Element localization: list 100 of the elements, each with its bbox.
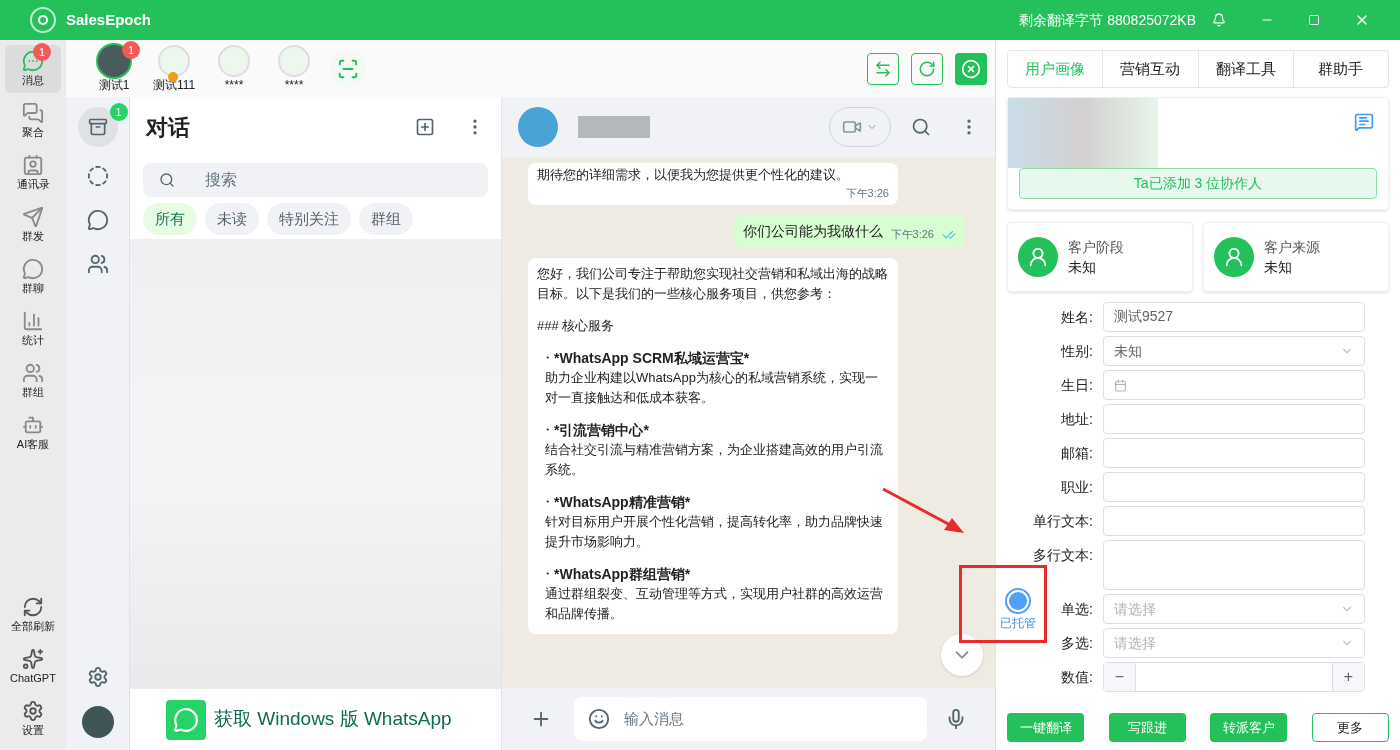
text-field[interactable] [1103, 506, 1365, 536]
bullet-marker: ・ [541, 493, 554, 511]
maximize-icon[interactable] [1308, 14, 1320, 26]
scroll-down-button[interactable] [941, 634, 983, 676]
nav-icon [22, 205, 44, 228]
filter-chip[interactable]: 特别关注 [267, 203, 351, 235]
incoming-message: 期待您的详细需求，以便我为您提供更个性化的建议。 下午3:26 [528, 163, 898, 205]
service-title: *引流营销中心* [554, 421, 649, 440]
nav-icon [22, 49, 44, 72]
filter-chip[interactable]: 所有 [143, 203, 197, 235]
service-title: *WhatsApp精准营销* [554, 493, 691, 512]
number-stepper[interactable]: − + [1103, 662, 1365, 692]
nav-icon [22, 647, 44, 670]
field-label: 多选: [1061, 634, 1093, 653]
person-icon [1223, 246, 1245, 268]
nav-icon [22, 153, 44, 176]
outgoing-message: 你们公司能为我做什么 下午3:26 [733, 215, 965, 248]
message-paragraph: 您好，我们公司专注于帮助您实现社交营销和私域出海的战略目标。以下是我们的一些核心服务项目，供您参考： [537, 265, 889, 303]
blurred-name [578, 116, 650, 138]
message-input[interactable]: 输入消息 [574, 697, 927, 741]
nav-item[interactable]: 群组 [5, 357, 61, 405]
text-field[interactable] [1103, 404, 1365, 434]
text-field[interactable] [1103, 438, 1365, 468]
stat-label: 客户来源 [1264, 238, 1320, 257]
calendar-icon [1114, 378, 1127, 392]
refresh-button[interactable] [911, 52, 943, 85]
communities-icon[interactable] [86, 253, 109, 275]
textarea-field[interactable] [1103, 540, 1365, 590]
bullet-marker: ・ [541, 349, 554, 367]
swap-button[interactable] [867, 52, 899, 85]
avatar-placeholder [518, 107, 558, 147]
close-button[interactable] [955, 52, 987, 85]
filter-chip[interactable]: 群组 [359, 203, 413, 235]
panel-tab[interactable]: 群助手 [1292, 51, 1388, 87]
nav-item[interactable]: 群发 [5, 201, 61, 249]
message-paragraph: ### 核心服务 [537, 317, 616, 335]
nav-icon [22, 699, 44, 722]
avatar-placeholder[interactable] [81, 706, 114, 738]
ai-hosted-label: 已托管 [1000, 615, 1036, 632]
text-field[interactable] [1103, 472, 1365, 502]
count-badge: 1 [109, 103, 128, 121]
stat-label: 客户阶段 [1068, 238, 1124, 257]
nav-item[interactable]: 全部刷新 [3, 590, 63, 640]
nav-item[interactable]: 设置 [3, 694, 63, 744]
field-label: 数值: [1061, 668, 1093, 687]
nav-item[interactable]: 统计 [5, 305, 61, 353]
field-label: 邮箱: [1061, 444, 1093, 463]
ai-icon[interactable] [1005, 588, 1031, 614]
bell-icon[interactable] [1212, 13, 1226, 27]
service-title: *WhatsApp SCRM私域运营宝* [554, 349, 750, 368]
panel-tab[interactable]: 营销互动 [1102, 51, 1198, 87]
search-field[interactable]: 搜索 [143, 163, 488, 197]
chats-tab[interactable] [77, 107, 118, 147]
service-description: 结合社交引流与精准营销方案，为企业搭建高效的用户引流系统。 [544, 441, 884, 479]
person-icon [1027, 246, 1049, 268]
field-label: 多行文本: [1033, 546, 1093, 565]
app-logo-icon [30, 7, 56, 33]
new-chat-icon[interactable] [415, 117, 435, 137]
service-title: *WhatsApp群组营销* [554, 565, 691, 584]
settings-icon[interactable] [86, 666, 109, 688]
date-field[interactable] [1103, 370, 1365, 400]
field-label: 生日: [1061, 376, 1093, 395]
service-description: 针对目标用户开展个性化营销，提高转化率，助力品牌快速提升市场影响力。 [544, 513, 884, 551]
service-description: 通过群组裂变、互动管理等方式，实现用户社群的高效运营和品牌传播。 [544, 585, 884, 623]
channels-icon[interactable] [86, 209, 109, 231]
bullet-marker: ・ [541, 421, 554, 439]
panel-tab[interactable]: 翻译工具 [1197, 51, 1293, 87]
action-button[interactable]: 更多 [1311, 713, 1389, 742]
nav-item[interactable]: 群聊 [5, 253, 61, 301]
download-link[interactable]: 获取 Windows 版 WhatsApp [214, 705, 452, 734]
nav-item[interactable]: 消息 1 [5, 45, 61, 93]
text-field[interactable]: 测试9527 [1103, 302, 1365, 332]
nav-item[interactable]: 通讯录 [5, 149, 61, 197]
close-circle-icon [961, 58, 981, 79]
note-icon[interactable] [1354, 112, 1374, 132]
service-description: 助力企业构建以WhatsApp为核心的私域营销系统，实现一对一直接触达和低成本获客。 [544, 369, 879, 407]
nav-item[interactable]: ChatGPT [3, 642, 63, 692]
refresh-icon [918, 59, 936, 78]
select-field[interactable]: 未知 [1103, 336, 1365, 366]
field-label: 地址: [1061, 410, 1093, 429]
field-label: 职业: [1061, 478, 1093, 497]
search-icon[interactable] [911, 117, 931, 137]
nav-item[interactable]: AI客服 [5, 409, 61, 457]
search-input[interactable]: 搜索 [205, 168, 472, 192]
nav-icon [22, 101, 44, 124]
chat-bubble-icon [173, 706, 199, 733]
nav-icon [22, 595, 44, 618]
add-account-button[interactable] [330, 50, 366, 87]
app-name: SalesEpoch [66, 9, 152, 30]
nav-item[interactable]: 聚合 [5, 97, 61, 145]
field-label: 性别: [1061, 342, 1093, 361]
account-tab[interactable]: 测试111 [144, 45, 204, 92]
stat-value: 未知 [1068, 258, 1097, 277]
nav-icon [22, 309, 44, 332]
account-tab[interactable]: **** [204, 45, 264, 92]
account-tab[interactable]: **** [264, 45, 324, 92]
filter-chip[interactable]: 未读 [205, 203, 259, 235]
sticker-icon[interactable] [588, 708, 610, 730]
quota-text: 剩余翻译字节 880825072KB [1019, 10, 1196, 30]
status-icon[interactable] [86, 165, 109, 187]
